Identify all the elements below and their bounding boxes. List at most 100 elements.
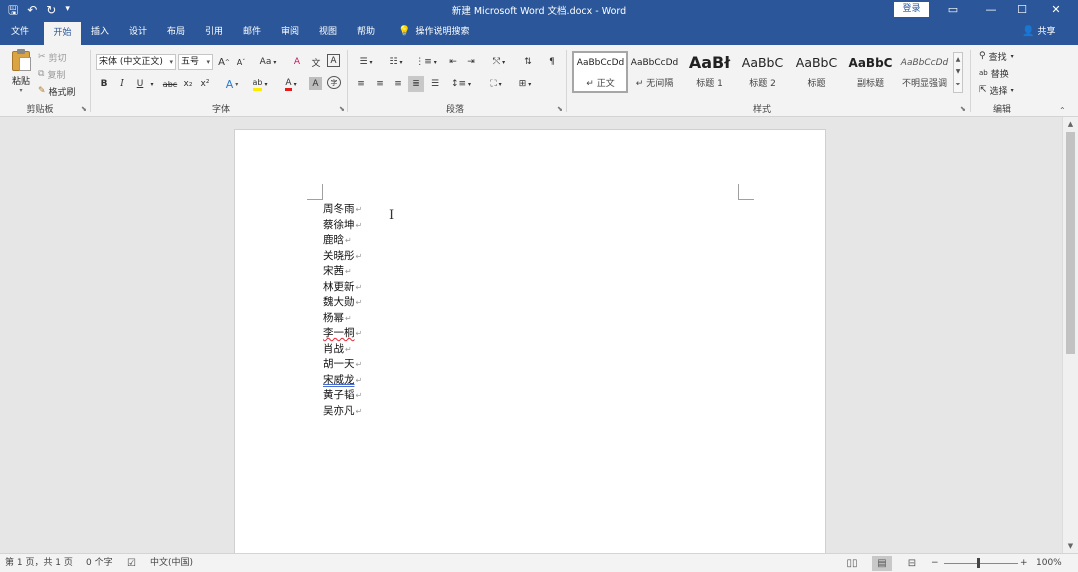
share-button[interactable]: 👤 共享	[1022, 19, 1055, 45]
copy-button[interactable]: ⧉ 复制	[38, 66, 65, 82]
increase-indent-button[interactable]: ⇥	[464, 54, 478, 70]
grow-font-button[interactable]: A ^	[217, 54, 231, 70]
document-line[interactable]: 杨幂↵	[323, 311, 362, 327]
styles-gallery-scroll[interactable]: ▲ ▼ ⏷	[953, 52, 963, 93]
change-case-button[interactable]: Aa ▾	[255, 54, 281, 70]
justify-button[interactable]: ≣	[408, 76, 424, 92]
word-count[interactable]: 0 个字	[86, 557, 113, 570]
dialog-launcher-icon[interactable]: ⬊	[960, 105, 966, 113]
tab-view[interactable]: 视图	[312, 19, 344, 45]
style-normal[interactable]: AaBbCcDd ↵ 正文	[573, 52, 628, 92]
text-effects-button[interactable]: A ▾	[221, 76, 243, 92]
numbering-button[interactable]: ☷ ▾	[384, 54, 408, 70]
document-line[interactable]: 宋茜↵	[323, 264, 362, 280]
multilevel-list-button[interactable]: ⋮≡ ▾	[414, 54, 438, 70]
show-marks-button[interactable]: ¶	[545, 54, 559, 70]
zoom-level[interactable]: 100%	[1036, 557, 1062, 570]
document-line[interactable]: 宋威龙↵	[323, 373, 362, 389]
web-layout-icon[interactable]: ⊟	[902, 556, 922, 571]
character-border-button[interactable]: A	[327, 54, 340, 67]
document-line[interactable]: 关晓彤↵	[323, 249, 362, 265]
tab-design[interactable]: 设计	[122, 19, 154, 45]
maximize-button[interactable]: ☐	[1007, 0, 1037, 19]
dialog-launcher-icon[interactable]: ⬊	[557, 105, 563, 113]
tell-me-search[interactable]: 💡 操作说明搜索	[398, 19, 469, 45]
phonetic-guide-button[interactable]: 文	[309, 54, 323, 70]
align-center-button[interactable]: ≡	[373, 76, 387, 92]
style-no-spacing[interactable]: AaBbCcDd ↵ 无间隔	[627, 52, 682, 92]
document-line[interactable]: 黄子韬↵	[323, 388, 362, 404]
font-size-dropdown[interactable]: 五号 ▾	[178, 54, 213, 70]
zoom-in-button[interactable]: +	[1020, 557, 1028, 570]
document-line[interactable]: 林更新↵	[323, 280, 362, 296]
document-line[interactable]: 周冬雨↵	[323, 202, 362, 218]
distributed-button[interactable]: ☰	[428, 76, 442, 92]
tab-help[interactable]: 帮助	[350, 19, 382, 45]
decrease-indent-button[interactable]: ⇤	[446, 54, 460, 70]
style-heading-1[interactable]: AaBł 标题 1	[682, 52, 737, 92]
read-mode-icon[interactable]: ▯▯	[842, 556, 862, 571]
scroll-down-icon[interactable]: ▼	[956, 68, 961, 75]
tab-layout[interactable]: 布局	[160, 19, 192, 45]
scroll-up-arrow-icon[interactable]: ▲	[1063, 117, 1078, 131]
cut-button[interactable]: ✂ 剪切	[38, 49, 67, 65]
document-line[interactable]: 蔡徐坤↵	[323, 218, 362, 234]
tab-home[interactable]: 开始	[44, 22, 81, 45]
tab-references[interactable]: 引用	[198, 19, 230, 45]
page-count[interactable]: 第 1 页，共 1 页	[5, 557, 73, 570]
select-button[interactable]: ⇱ 选择 ▾	[979, 82, 1014, 98]
scrollbar-thumb[interactable]	[1066, 132, 1075, 354]
dialog-launcher-icon[interactable]: ⬊	[81, 105, 87, 113]
superscript-button[interactable]: x²	[199, 76, 211, 92]
borders-button[interactable]: ⊞ ▾	[513, 76, 537, 92]
tab-review[interactable]: 审阅	[274, 19, 306, 45]
character-shading-button[interactable]: A	[309, 77, 322, 90]
style-subtle-emphasis[interactable]: AaBbCcDd 不明显强调	[897, 52, 952, 92]
document-line[interactable]: 肖战↵	[323, 342, 362, 358]
paste-button[interactable]: 粘贴 ▾	[8, 49, 34, 97]
zoom-out-button[interactable]: −	[931, 557, 939, 570]
find-button[interactable]: ⚲ 查找 ▾	[979, 48, 1014, 64]
highlight-button[interactable]: ab ▾	[248, 76, 272, 92]
tab-mailings[interactable]: 邮件	[236, 19, 268, 45]
replace-button[interactable]: ab 替换	[979, 65, 1009, 81]
line-spacing-button[interactable]: ↕≡ ▾	[449, 76, 473, 92]
shading-button[interactable]: ⛶ ▾	[484, 76, 508, 92]
strikethrough-button[interactable]: abc	[161, 76, 179, 92]
document-line[interactable]: 鹿晗↵	[323, 233, 362, 249]
proofing-icon[interactable]: ☑	[127, 557, 136, 570]
font-color-button[interactable]: A ▾	[279, 76, 303, 92]
zoom-slider-track[interactable]	[944, 563, 1018, 564]
subscript-button[interactable]: x₂	[182, 76, 194, 92]
style-subtitle[interactable]: AaBbC 副标题	[843, 52, 898, 92]
document-body[interactable]: 周冬雨↵ 蔡徐坤↵ 鹿晗↵ 关晓彤↵ 宋茜↵ 林更新↵ 魏大勋↵ 杨幂↵ 李一桐…	[323, 202, 362, 419]
chevron-down-icon[interactable]: ▾	[148, 76, 156, 92]
clear-formatting-button[interactable]: A	[290, 54, 304, 70]
document-line[interactable]: 李一桐↵	[323, 326, 362, 342]
minimize-button[interactable]: —	[976, 0, 1006, 19]
print-layout-icon[interactable]: ▤	[872, 556, 892, 571]
scroll-up-icon[interactable]: ▲	[956, 56, 961, 63]
italic-button[interactable]: I	[116, 76, 128, 92]
enclose-characters-button[interactable]: 字	[327, 76, 341, 89]
align-right-button[interactable]: ≡	[391, 76, 405, 92]
close-button[interactable]: ✕	[1041, 0, 1071, 19]
collapse-ribbon-icon[interactable]: ⌃	[1059, 106, 1066, 115]
scroll-down-arrow-icon[interactable]: ▼	[1063, 539, 1078, 553]
tab-file[interactable]: 文件	[4, 19, 36, 45]
font-name-dropdown[interactable]: 宋体 (中文正文) ▾	[96, 54, 176, 70]
login-button[interactable]: 登录	[894, 2, 929, 17]
document-page[interactable]: 周冬雨↵ 蔡徐坤↵ 鹿晗↵ 关晓彤↵ 宋茜↵ 林更新↵ 魏大勋↵ 杨幂↵ 李一桐…	[234, 129, 826, 553]
language-indicator[interactable]: 中文(中国)	[150, 557, 193, 570]
vertical-scrollbar[interactable]: ▲ ▼	[1062, 117, 1078, 553]
document-line[interactable]: 魏大勋↵	[323, 295, 362, 311]
zoom-slider-thumb[interactable]	[977, 558, 980, 568]
format-painter-button[interactable]: ✎ 格式刷	[38, 83, 76, 99]
style-title[interactable]: AaBbC 标题	[789, 52, 844, 92]
shrink-font-button[interactable]: Aˇ	[234, 54, 248, 70]
document-line[interactable]: 胡一天↵	[323, 357, 362, 373]
sort-button[interactable]: ⇅	[521, 54, 535, 70]
align-left-button[interactable]: ≡	[354, 76, 368, 92]
document-line[interactable]: 吴亦凡↵	[323, 404, 362, 420]
bullets-button[interactable]: ☰ ▾	[354, 54, 378, 70]
